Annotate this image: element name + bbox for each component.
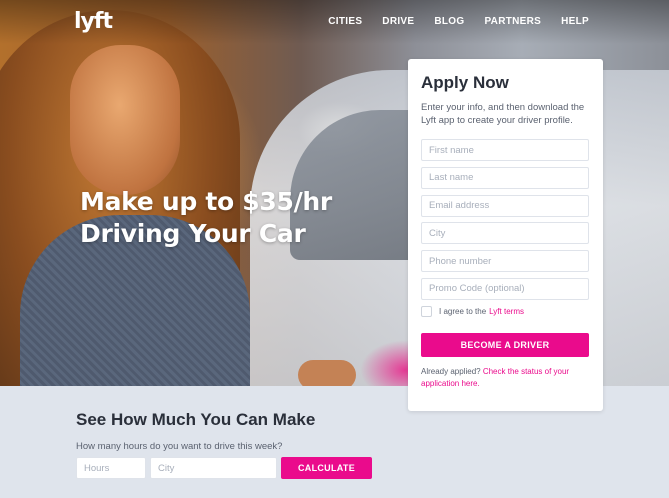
nav-cities[interactable]: CITIES: [328, 16, 362, 27]
calculator-row: CALCULATE: [76, 457, 372, 479]
become-driver-button[interactable]: BECOME A DRIVER: [421, 332, 589, 357]
calculator-question: How many hours do you want to drive this…: [76, 441, 283, 452]
headline-line-1: Make up to $35/hr: [80, 187, 332, 216]
already-applied-label: Already applied?: [421, 366, 483, 376]
top-nav: CITIES DRIVE BLOG PARTNERS HELP: [328, 16, 589, 27]
headline-line-2: Driving Your Car: [80, 219, 306, 248]
email-field[interactable]: [421, 194, 589, 217]
calculator-title: See How Much You Can Make: [76, 410, 316, 429]
apply-card: Apply Now Enter your info, and then down…: [408, 59, 603, 411]
terms-checkbox[interactable]: [421, 305, 432, 317]
earnings-calculator: See How Much You Can Make How many hours…: [76, 410, 372, 479]
hours-input[interactable]: [76, 457, 146, 479]
driver-face-image: [70, 45, 180, 195]
city-field[interactable]: [421, 222, 589, 245]
nav-drive[interactable]: DRIVE: [382, 16, 414, 27]
lyft-logo[interactable]: lyft: [74, 9, 113, 34]
apply-intro: Enter your info, and then download the L…: [421, 102, 585, 126]
already-applied-text: Already applied? Check the status of you…: [421, 366, 590, 390]
driver-hand-keys-image: [298, 360, 356, 386]
nav-blog[interactable]: BLOG: [434, 16, 464, 27]
apply-title: Apply Now: [421, 73, 509, 92]
nav-help[interactable]: HELP: [561, 16, 589, 27]
terms-agreement: I agree to the Lyft terms: [421, 305, 590, 317]
phone-field[interactable]: [421, 250, 589, 273]
nav-partners[interactable]: PARTNERS: [484, 16, 541, 27]
calculate-button[interactable]: CALCULATE: [281, 457, 372, 479]
first-name-field[interactable]: [421, 139, 589, 161]
last-name-field[interactable]: [421, 166, 589, 189]
terms-label: I agree to the: [439, 306, 487, 316]
promo-code-field[interactable]: [421, 277, 589, 300]
hero-headline: Make up to $35/hr Driving Your Car: [80, 186, 332, 250]
lyft-terms-link[interactable]: Lyft terms: [489, 307, 524, 316]
calculator-city-input[interactable]: [150, 457, 277, 479]
